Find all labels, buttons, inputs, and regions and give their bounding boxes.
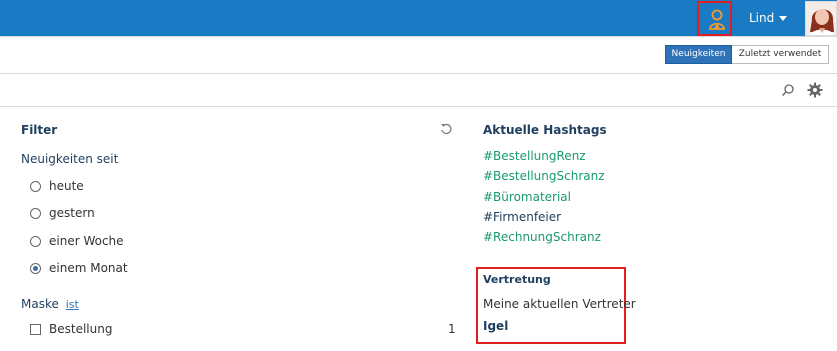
deputy-person-icon: [709, 9, 725, 30]
toolbar-divider: [0, 106, 837, 107]
chevron-down-icon: [779, 16, 787, 21]
maske-text: Maske: [21, 297, 59, 311]
view-tabs: Neuigkeiten Zuletzt verwendet: [665, 45, 829, 64]
radio-button[interactable]: [30, 208, 41, 219]
radio-label: heute: [49, 179, 84, 193]
avatar[interactable]: [805, 1, 837, 36]
radio-label: gestern: [49, 206, 95, 220]
tabs-divider: [0, 73, 837, 74]
hashtag-link[interactable]: #Firmenfeier: [483, 210, 561, 224]
user-menu[interactable]: Lind: [733, 0, 803, 36]
header-divider: [0, 36, 837, 37]
avatar-image: [806, 2, 836, 35]
radio-label: einem Monat: [49, 261, 128, 275]
hashtag-link[interactable]: #BestellungSchranz: [483, 169, 605, 183]
hashtags-title: Aktuelle Hashtags: [483, 123, 607, 137]
user-name: Lind: [749, 11, 775, 25]
tab-zuletzt-verwendet[interactable]: Zuletzt verwendet: [732, 45, 829, 64]
filter-title: Filter: [21, 123, 58, 137]
radio-label: einer Woche: [49, 234, 124, 248]
checkbox-label: Bestellung: [49, 322, 113, 336]
hashtag-link[interactable]: #BestellungRenz: [483, 149, 586, 163]
radio-button[interactable]: [30, 263, 41, 274]
deputy-subtitle: Meine aktuellen Vertreter: [483, 297, 636, 311]
mask-count: 1: [448, 322, 456, 336]
radio-button[interactable]: [30, 236, 41, 247]
neuigkeiten-seit-label: Neuigkeiten seit: [21, 152, 119, 166]
radio-button[interactable]: [30, 181, 41, 192]
deputy-name[interactable]: Igel: [483, 319, 508, 333]
maske-link[interactable]: ist: [66, 298, 79, 311]
deputy-button[interactable]: [697, 1, 732, 36]
gear-icon[interactable]: [807, 82, 823, 98]
hashtag-link[interactable]: #Büromaterial: [483, 190, 571, 204]
checkbox-bestellung[interactable]: [30, 324, 41, 335]
tab-neuigkeiten[interactable]: Neuigkeiten: [665, 45, 732, 64]
deputy-title: Vertretung: [483, 273, 551, 286]
hashtag-link[interactable]: #RechnungSchranz: [483, 230, 601, 244]
maske-label: Maske ist: [21, 297, 79, 311]
reset-icon[interactable]: [440, 123, 452, 135]
search-icon[interactable]: [781, 83, 795, 97]
